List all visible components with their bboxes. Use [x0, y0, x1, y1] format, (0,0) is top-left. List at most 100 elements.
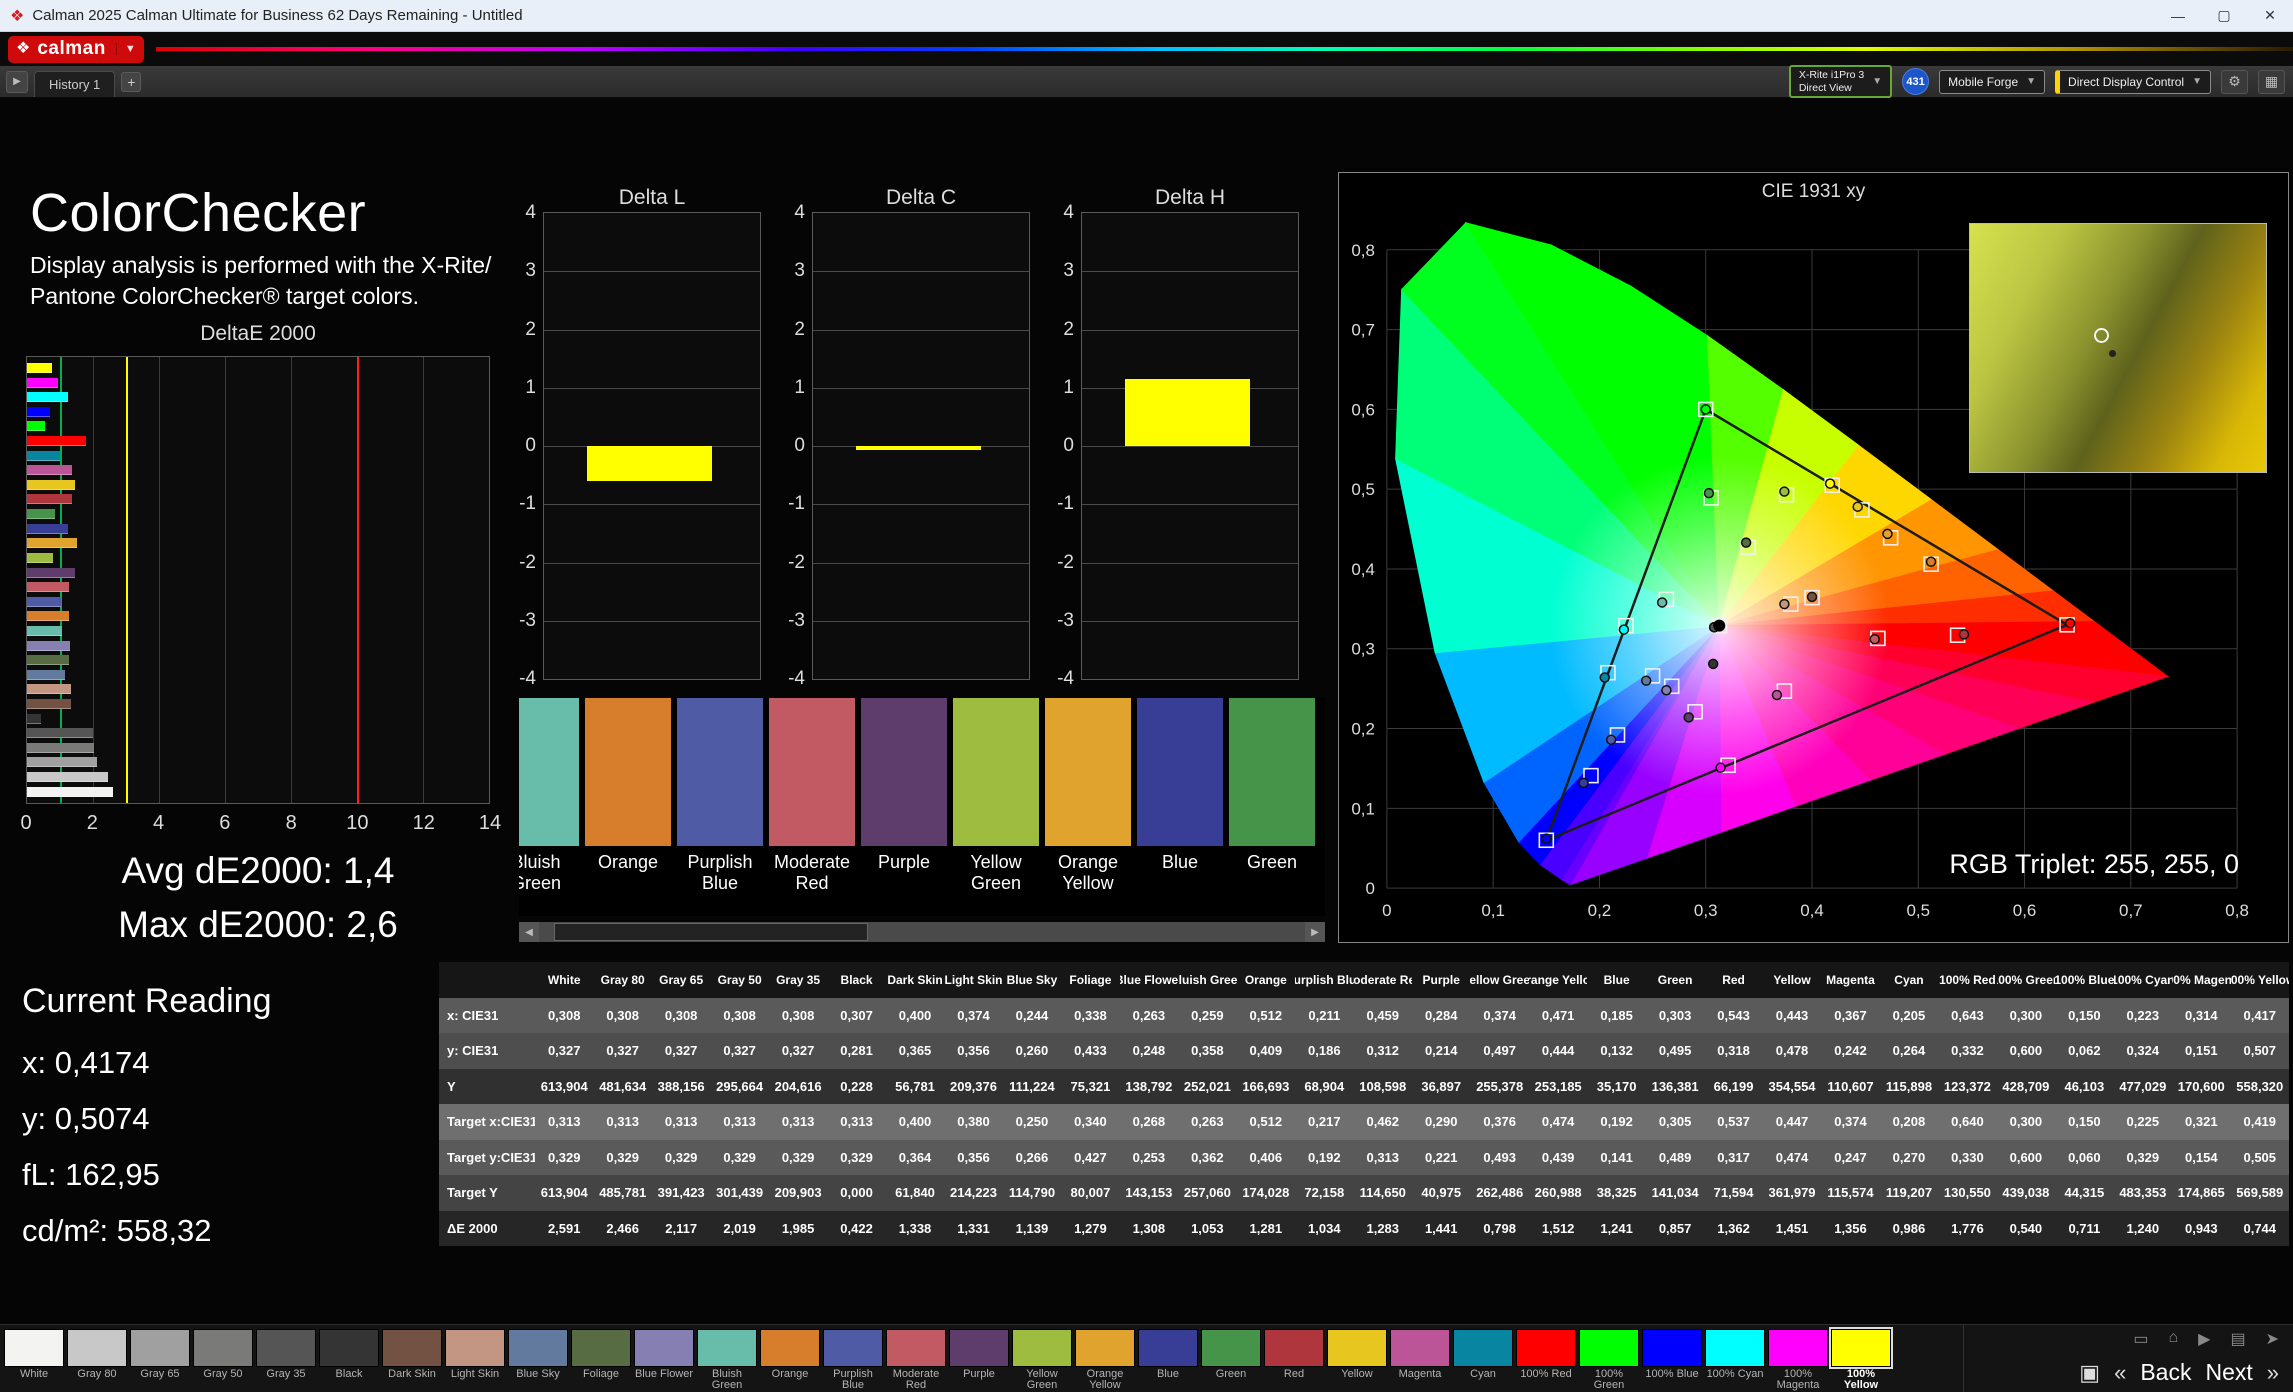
toolbar-swatch[interactable]: Blue Flower	[634, 1329, 694, 1392]
table-cell: 0,314	[2172, 998, 2230, 1034]
home-icon[interactable]: ⌂	[2168, 1329, 2178, 1349]
delta-gridline	[813, 504, 1029, 505]
color-swatch[interactable]: Purplish Blue	[677, 698, 763, 893]
color-swatch[interactable]: Yellow Green	[953, 698, 1039, 893]
display-control-dropdown[interactable]: Direct Display Control ▼	[2055, 70, 2211, 94]
color-swatch[interactable]: Blue	[1137, 698, 1223, 893]
swatch-color	[519, 698, 579, 846]
settings-gear-icon[interactable]: ⚙	[2221, 70, 2248, 94]
table-cell: 428,709	[1997, 1069, 2055, 1105]
cie-ytick-label: 0,3	[1351, 640, 1375, 659]
swatch-strip-scrollbar[interactable]: ◀ ▶	[519, 922, 1325, 942]
maximize-button[interactable]: ▢	[2201, 0, 2247, 31]
toolbar-swatch[interactable]: Black	[319, 1329, 379, 1392]
table-cell: 0,338	[1061, 998, 1119, 1034]
scrollbar-thumb[interactable]	[554, 923, 868, 941]
color-swatch[interactable]: Bluish Green	[519, 698, 579, 893]
app-icon: ❖	[10, 6, 24, 26]
scroll-right-icon[interactable]: ▶	[1305, 922, 1325, 942]
toolbar-swatch[interactable]: 100% Green	[1579, 1329, 1639, 1392]
meter-dropdown[interactable]: X-Rite i1Pro 3 Direct View ▼	[1789, 65, 1892, 97]
de2000-bar	[27, 743, 94, 753]
toolbar-swatch[interactable]: Moderate Red	[886, 1329, 946, 1392]
toolbar-swatch[interactable]: Cyan	[1453, 1329, 1513, 1392]
toolbar-swatch[interactable]: 100% Yellow	[1831, 1329, 1891, 1392]
calman-menu-button[interactable]: ❖ calman ▼	[8, 36, 144, 63]
table-cell: 0,406	[1237, 1140, 1295, 1176]
delta-h-title: Delta H	[1081, 186, 1299, 212]
toolbar-swatch[interactable]: Foliage	[571, 1329, 631, 1392]
table-cell: 388,156	[652, 1069, 710, 1105]
color-swatch[interactable]: Purple	[861, 698, 947, 893]
add-tab-button[interactable]: +	[121, 72, 141, 92]
scroll-left-icon[interactable]: ◀	[519, 922, 539, 942]
table-column-header: Bluish Green	[1178, 962, 1236, 998]
toolbar-swatch[interactable]: Orange Yellow	[1075, 1329, 1135, 1392]
pattern-window-icon[interactable]: ▣	[2079, 1360, 2100, 1386]
layout-panel-icon[interactable]: ▦	[2258, 70, 2285, 94]
meter-status-badge[interactable]: 431	[1902, 68, 1929, 95]
toolbar-swatch[interactable]: Purple	[949, 1329, 1009, 1392]
table-column-header: 100% Magenta	[2172, 962, 2230, 998]
display-icon[interactable]: ▭	[2133, 1329, 2148, 1349]
toolbar-swatch[interactable]: 100% Cyan	[1705, 1329, 1765, 1392]
color-swatch[interactable]: Green	[1229, 698, 1315, 893]
table-cell: 1,338	[886, 1211, 944, 1247]
table-cell: 0,290	[1412, 1104, 1470, 1140]
toolbar-swatch[interactable]: White	[4, 1329, 64, 1392]
scrollbar-track[interactable]	[539, 922, 1305, 942]
toolbar-swatch[interactable]: Orange	[760, 1329, 820, 1392]
next-button[interactable]: Next	[2205, 1359, 2252, 1386]
cie-measured-marker	[1716, 763, 1725, 772]
back-icon[interactable]: «	[2114, 1360, 2126, 1386]
description-line-1: Display analysis is performed with the X…	[30, 252, 491, 278]
delta-ytick-label: 3	[506, 260, 536, 282]
delta-gridline	[1082, 621, 1298, 622]
toolbar-swatch[interactable]: Dark Skin	[382, 1329, 442, 1392]
back-button[interactable]: Back	[2140, 1359, 2191, 1386]
toolbar-swatch[interactable]: Blue Sky	[508, 1329, 568, 1392]
toolbar-swatch[interactable]: Green	[1201, 1329, 1261, 1392]
minimize-button[interactable]: —	[2155, 0, 2201, 31]
de2000-bar-row	[27, 568, 489, 578]
color-swatch[interactable]: Moderate Red	[769, 698, 855, 893]
swatch-label: Blue	[1157, 1369, 1179, 1381]
toolbar-swatch[interactable]: Purplish Blue	[823, 1329, 883, 1392]
chevron-down-icon[interactable]: ▼	[116, 43, 136, 55]
toolbar-swatch[interactable]: Gray 80	[67, 1329, 127, 1392]
next-icon[interactable]: »	[2267, 1360, 2279, 1386]
color-swatch[interactable]: Orange	[585, 698, 671, 893]
toolbar-swatch[interactable]: Yellow Green	[1012, 1329, 1072, 1392]
swatch-color	[769, 698, 855, 846]
delta-gridline	[1082, 563, 1298, 564]
swatch-label: Gray 50	[203, 1369, 242, 1381]
tab-history-1[interactable]: History 1	[34, 71, 115, 97]
toolbar-swatch[interactable]: Yellow	[1327, 1329, 1387, 1392]
table-cell: 0,141	[1587, 1140, 1645, 1176]
table-cell: 1,240	[2114, 1211, 2172, 1247]
toolbar-swatch[interactable]: Light Skin	[445, 1329, 505, 1392]
table-column-header: Yellow	[1763, 962, 1821, 998]
source-dropdown[interactable]: Mobile Forge ▼	[1939, 70, 2045, 94]
report-icon[interactable]: ▤	[2230, 1329, 2245, 1349]
toolbar-swatch[interactable]: Magenta	[1390, 1329, 1450, 1392]
toolbar-swatch[interactable]: 100% Magenta	[1768, 1329, 1828, 1392]
tab-scroll-button[interactable]: ▶	[6, 71, 28, 93]
toolbar-swatch[interactable]: 100% Blue	[1642, 1329, 1702, 1392]
toolbar-swatch[interactable]: Gray 35	[256, 1329, 316, 1392]
send-icon[interactable]: ➤	[2266, 1329, 2279, 1349]
toolbar-swatch[interactable]: Gray 50	[193, 1329, 253, 1392]
toolbar-swatch[interactable]: Blue	[1138, 1329, 1198, 1392]
toolbar-swatch[interactable]: 100% Red	[1516, 1329, 1576, 1392]
close-button[interactable]: ✕	[2247, 0, 2293, 31]
table-column-header: Purple	[1412, 962, 1470, 998]
toolbar-swatch[interactable]: Red	[1264, 1329, 1324, 1392]
table-cell: 0,329	[2114, 1140, 2172, 1176]
toolbar-swatch[interactable]: Gray 65	[130, 1329, 190, 1392]
color-swatch[interactable]: Orange Yellow	[1045, 698, 1131, 893]
toolbar-swatch[interactable]: Bluish Green	[697, 1329, 757, 1392]
play-icon[interactable]: ▶	[2198, 1329, 2210, 1349]
table-cell: 0,422	[827, 1211, 885, 1247]
table-cell: 114,790	[1003, 1175, 1061, 1211]
swatch-label: Gray 80	[77, 1369, 116, 1381]
